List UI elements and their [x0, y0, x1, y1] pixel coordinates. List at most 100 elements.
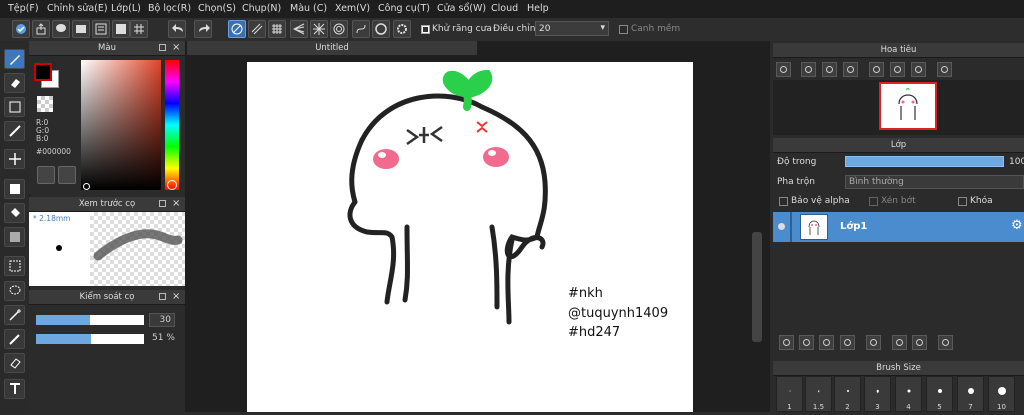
menu-file[interactable]: Tệp(F): [8, 3, 39, 14]
brush-size-1-5[interactable]: 1.5: [805, 376, 832, 412]
zoom-in-small-icon[interactable]: [801, 62, 816, 77]
select-pen-tool[interactable]: [4, 329, 25, 349]
gear-icon[interactable]: ⚙: [1011, 218, 1023, 233]
close-icon[interactable]: ×: [172, 41, 180, 55]
lasso-tool[interactable]: [4, 281, 25, 301]
menu-select[interactable]: Chọn(S): [198, 3, 236, 14]
clipping-checkbox[interactable]: [869, 197, 878, 206]
brush-size-10[interactable]: 10: [988, 376, 1015, 412]
comment-button[interactable]: [52, 20, 70, 38]
cross-snap-button[interactable]: [268, 20, 286, 38]
float-icon[interactable]: [159, 44, 166, 51]
hue-slider[interactable]: [165, 60, 179, 190]
text-box-button[interactable]: [92, 20, 110, 38]
select-tool[interactable]: [4, 256, 25, 276]
ellipse-snap-button[interactable]: [372, 20, 390, 38]
soft-edge-checkbox[interactable]: [619, 25, 628, 34]
lock-checkbox[interactable]: [958, 197, 967, 206]
brush-opacity-slider[interactable]: [36, 334, 144, 344]
brush-size-input[interactable]: 30: [149, 313, 175, 327]
gradient-tool[interactable]: [4, 227, 25, 247]
zoom-in-icon[interactable]: [776, 62, 791, 77]
brush-size-2[interactable]: 2: [834, 376, 861, 412]
layer-row[interactable]: Lớp1 ⚙: [773, 212, 1024, 242]
brush-size-1[interactable]: 1: [776, 376, 803, 412]
snap-off-button[interactable]: [228, 20, 246, 38]
close-icon[interactable]: ×: [172, 290, 180, 304]
float-icon[interactable]: [159, 293, 166, 300]
redo-button[interactable]: [194, 20, 212, 38]
flip-icon[interactable]: [937, 62, 952, 77]
magic-wand-tool[interactable]: [4, 305, 25, 325]
zoom-out-icon[interactable]: [843, 62, 858, 77]
brush-size-slider[interactable]: [36, 315, 144, 325]
hue-handle[interactable]: [167, 180, 177, 190]
merge-icon[interactable]: [892, 335, 907, 350]
primary-color-swatch[interactable]: [34, 63, 52, 81]
brush-tool[interactable]: [4, 49, 25, 69]
new-layer-icon[interactable]: [779, 335, 794, 350]
menu-window[interactable]: Cửa sổ(W): [437, 3, 486, 14]
layer-opacity-value: 100: [1009, 157, 1024, 167]
new-layer-alt-icon[interactable]: [799, 335, 814, 350]
snap-settings-button[interactable]: [393, 20, 411, 38]
zoom-fit-icon[interactable]: [822, 62, 837, 77]
share-button[interactable]: [32, 20, 50, 38]
rotate-right-icon[interactable]: [911, 62, 926, 77]
eye-icon[interactable]: [778, 223, 785, 230]
add-layer-menu-icon[interactable]: [840, 335, 855, 350]
duplicate-layer-icon[interactable]: [819, 335, 834, 350]
brush-size-3[interactable]: 3: [864, 376, 891, 412]
transparent-swatch[interactable]: [37, 96, 53, 112]
rotate-left-icon[interactable]: [869, 62, 884, 77]
menu-color[interactable]: Màu (C): [290, 3, 327, 14]
parallel-snap-button[interactable]: [248, 20, 266, 38]
menu-cloud[interactable]: Cloud: [491, 3, 518, 14]
palette-icon[interactable]: [37, 166, 55, 184]
note-button[interactable]: [72, 20, 90, 38]
menu-layer[interactable]: Lớp(L): [111, 3, 141, 14]
drawing-canvas[interactable]: [247, 62, 693, 412]
brush-size-7[interactable]: 7: [957, 376, 984, 412]
text-tool[interactable]: [4, 379, 25, 399]
folder-icon[interactable]: [866, 335, 881, 350]
vertical-scrollbar[interactable]: [752, 232, 762, 342]
protect-alpha-checkbox[interactable]: [779, 197, 788, 206]
fill-rect-tool[interactable]: [4, 179, 25, 199]
undo-button[interactable]: [168, 20, 186, 38]
float-icon[interactable]: [159, 200, 166, 207]
rectangle-tool[interactable]: [4, 97, 25, 117]
fit-screen-icon[interactable]: [890, 62, 905, 77]
blend-mode-select[interactable]: Bình thường: [845, 175, 1024, 189]
dot-brush-tool[interactable]: [4, 121, 25, 141]
correction-select[interactable]: 20 ▾: [535, 21, 609, 36]
brush-size-5[interactable]: 5: [926, 376, 953, 412]
circle-snap-button[interactable]: [330, 20, 348, 38]
radial-snap-button[interactable]: [310, 20, 328, 38]
menu-edit[interactable]: Chỉnh sửa(E): [47, 3, 108, 14]
antialias-checkbox[interactable]: [421, 25, 430, 34]
close-icon[interactable]: ×: [172, 197, 180, 211]
navigator-thumbnail[interactable]: [879, 82, 937, 130]
frame-button[interactable]: [112, 20, 130, 38]
curve-snap-button[interactable]: [352, 20, 370, 38]
eraser-tool[interactable]: [4, 73, 25, 93]
brush-size-4[interactable]: 4: [895, 376, 922, 412]
vanishing-snap-button[interactable]: [290, 20, 308, 38]
menu-help[interactable]: Help: [527, 3, 549, 14]
menu-view[interactable]: Xem(V): [335, 3, 370, 14]
move-tool[interactable]: [4, 149, 25, 169]
select-eraser-tool[interactable]: [4, 353, 25, 373]
layer-opacity-slider[interactable]: [845, 156, 1004, 167]
menu-tools[interactable]: Công cụ(T): [378, 3, 430, 14]
menu-filter[interactable]: Bộ lọc(R): [148, 3, 191, 14]
bucket-tool[interactable]: [4, 203, 25, 223]
grid-button[interactable]: [130, 20, 148, 38]
menu-capture[interactable]: Chụp(N): [242, 3, 281, 14]
transfer-icon[interactable]: [912, 335, 927, 350]
document-tab[interactable]: Untitled: [187, 41, 477, 55]
trash-icon[interactable]: [938, 335, 953, 350]
saturation-value-picker[interactable]: [81, 60, 161, 190]
deselect-button[interactable]: [12, 20, 30, 38]
palette-add-icon[interactable]: [58, 166, 76, 184]
